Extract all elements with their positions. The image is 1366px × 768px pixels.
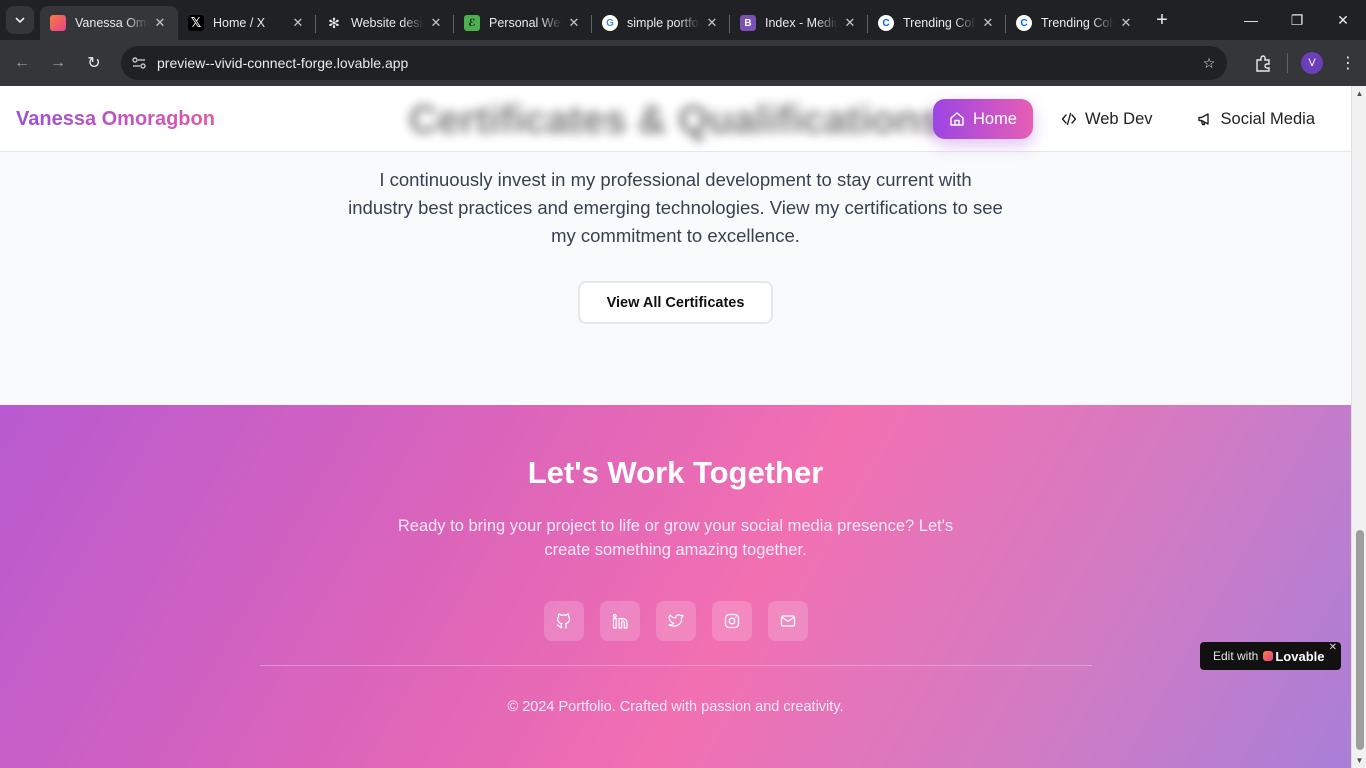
close-badge-icon[interactable]: ✕ (1329, 642, 1337, 653)
bookmark-star-icon[interactable]: ☆ (1191, 55, 1227, 72)
nav-home-label: Home (972, 109, 1017, 128)
close-tab-icon[interactable]: ✕ (152, 15, 168, 31)
footer-title: Let's Work Together (527, 455, 824, 490)
site-nav-links: Home Web Dev Social Media (932, 99, 1331, 139)
view-all-certificates-button[interactable]: View All Certificates (578, 281, 773, 324)
edit-with-lovable-badge[interactable]: Edit with Lovable ✕ (1200, 642, 1341, 670)
tab-title: Trending Colors (903, 16, 976, 30)
notion-green-icon: ℰ (464, 15, 480, 31)
minimize-icon[interactable]: — (1228, 0, 1274, 40)
bootstrap-icon: B (740, 15, 756, 31)
close-tab-icon[interactable]: ✕ (980, 15, 996, 31)
github-icon[interactable] (544, 601, 584, 641)
nav-social-media-label: Social Media (1220, 109, 1315, 128)
extensions-icon[interactable] (1245, 45, 1281, 81)
site-navbar: Certificates & Qualifications Vanessa Om… (0, 86, 1351, 152)
tab-title: Trending Colors (1041, 16, 1114, 30)
browser-tab[interactable]: ✻ Website design ✕ (316, 6, 454, 40)
footer-text: Ready to bring your project to life or g… (397, 517, 954, 559)
coolors-icon: C (878, 15, 894, 31)
google-icon: G (602, 15, 618, 31)
nav-web-dev[interactable]: Web Dev (1045, 99, 1169, 139)
nav-home[interactable]: Home (932, 99, 1033, 139)
browser-tab[interactable]: C Trending Colors ✕ (868, 6, 1006, 40)
toolbar-right: V ⋮ (1245, 40, 1366, 86)
tab-title: Vanessa Omoragbon (75, 16, 148, 30)
close-tab-icon[interactable]: ✕ (428, 15, 444, 31)
mail-icon[interactable] (768, 601, 808, 641)
close-tab-icon[interactable]: ✕ (842, 15, 858, 31)
tab-title: Personal Website (489, 16, 562, 30)
lovable-badge-prefix: Edit with (1213, 649, 1259, 663)
x-logo-icon: 𝕏 (188, 15, 204, 31)
site-settings-icon[interactable] (121, 55, 157, 71)
profile-avatar[interactable]: V (1294, 45, 1330, 81)
close-tab-icon[interactable]: ✕ (290, 15, 306, 31)
restore-icon[interactable]: ❐ (1274, 0, 1320, 40)
footer-section: Let's Work Together Ready to bring your … (0, 405, 1351, 768)
page-scrollbar[interactable]: ▲ ▼ (1351, 86, 1366, 768)
back-arrow-icon[interactable]: ← (4, 45, 40, 81)
coolors-icon: C (1016, 15, 1032, 31)
lovable-heart-icon (50, 15, 66, 31)
forward-arrow-icon[interactable]: → (40, 45, 76, 81)
copyright-text: © 2024 Portfolio. Crafted with passion a… (507, 699, 844, 715)
toolbar-separator (1287, 53, 1288, 73)
address-bar[interactable]: preview--vivid-connect-forge.lovable.app… (121, 46, 1227, 80)
tab-title: Website design (351, 16, 424, 30)
browser-tab[interactable]: 𝕏 Home / X ✕ (178, 6, 316, 40)
megaphone-icon (1197, 113, 1209, 126)
scroll-up-icon[interactable]: ▲ (1352, 89, 1366, 98)
lovable-badge-brand: Lovable (1263, 649, 1324, 664)
close-tab-icon[interactable]: ✕ (1118, 15, 1134, 31)
instagram-icon[interactable] (712, 601, 752, 641)
browser-tab[interactable]: G simple portfolio ✕ (592, 6, 730, 40)
new-tab-button[interactable]: + (1148, 6, 1176, 34)
browser-tab[interactable]: B Index - Medium ✕ (730, 6, 868, 40)
browser-tab[interactable]: C Trending Colors ✕ (1006, 6, 1144, 40)
scroll-down-icon[interactable]: ▼ (1352, 756, 1366, 765)
close-tab-icon[interactable]: ✕ (704, 15, 720, 31)
close-tab-icon[interactable]: ✕ (566, 15, 582, 31)
reload-icon[interactable]: ↻ (76, 45, 112, 81)
footer-divider (260, 665, 1092, 666)
tab-strip: Vanessa Omoragbon ✕ 𝕏 Home / X ✕ ✻ Websi… (0, 0, 1366, 40)
twitter-icon[interactable] (656, 601, 696, 641)
code-icon (1061, 112, 1077, 126)
home-icon (950, 112, 964, 126)
chevron-down-icon (15, 17, 25, 24)
linkedin-icon[interactable] (600, 601, 640, 641)
brand-logo[interactable]: Vanessa Omoragbon (16, 108, 215, 131)
browser-tab[interactable]: Vanessa Omoragbon ✕ (40, 6, 178, 40)
more-menu-icon[interactable]: ⋮ (1330, 45, 1366, 81)
certificates-intro: I continuously invest in my professional… (348, 169, 1003, 246)
openai-icon: ✻ (328, 14, 340, 31)
tab-list: Vanessa Omoragbon ✕ 𝕏 Home / X ✕ ✻ Websi… (40, 0, 1144, 40)
url-text: preview--vivid-connect-forge.lovable.app (157, 55, 409, 71)
tab-title: simple portfolio (627, 16, 700, 30)
tab-title: Index - Medium (765, 16, 838, 30)
browser-tab[interactable]: ℰ Personal Website ✕ (454, 6, 592, 40)
nav-web-dev-label: Web Dev (1084, 109, 1153, 128)
page-viewport: I continuously invest in my professional… (0, 86, 1351, 768)
tab-search-button[interactable] (6, 6, 34, 34)
window-controls: — ❐ ✕ (1228, 0, 1366, 40)
lovable-heart-icon (1263, 651, 1274, 661)
scrollbar-thumb[interactable] (1356, 530, 1364, 750)
tab-title: Home / X (213, 16, 266, 30)
browser-toolbar: ← → ↻ preview--vivid-connect-forge.lovab… (0, 40, 1366, 86)
nav-social-media[interactable]: Social Media (1181, 99, 1331, 139)
close-window-icon[interactable]: ✕ (1320, 0, 1366, 40)
